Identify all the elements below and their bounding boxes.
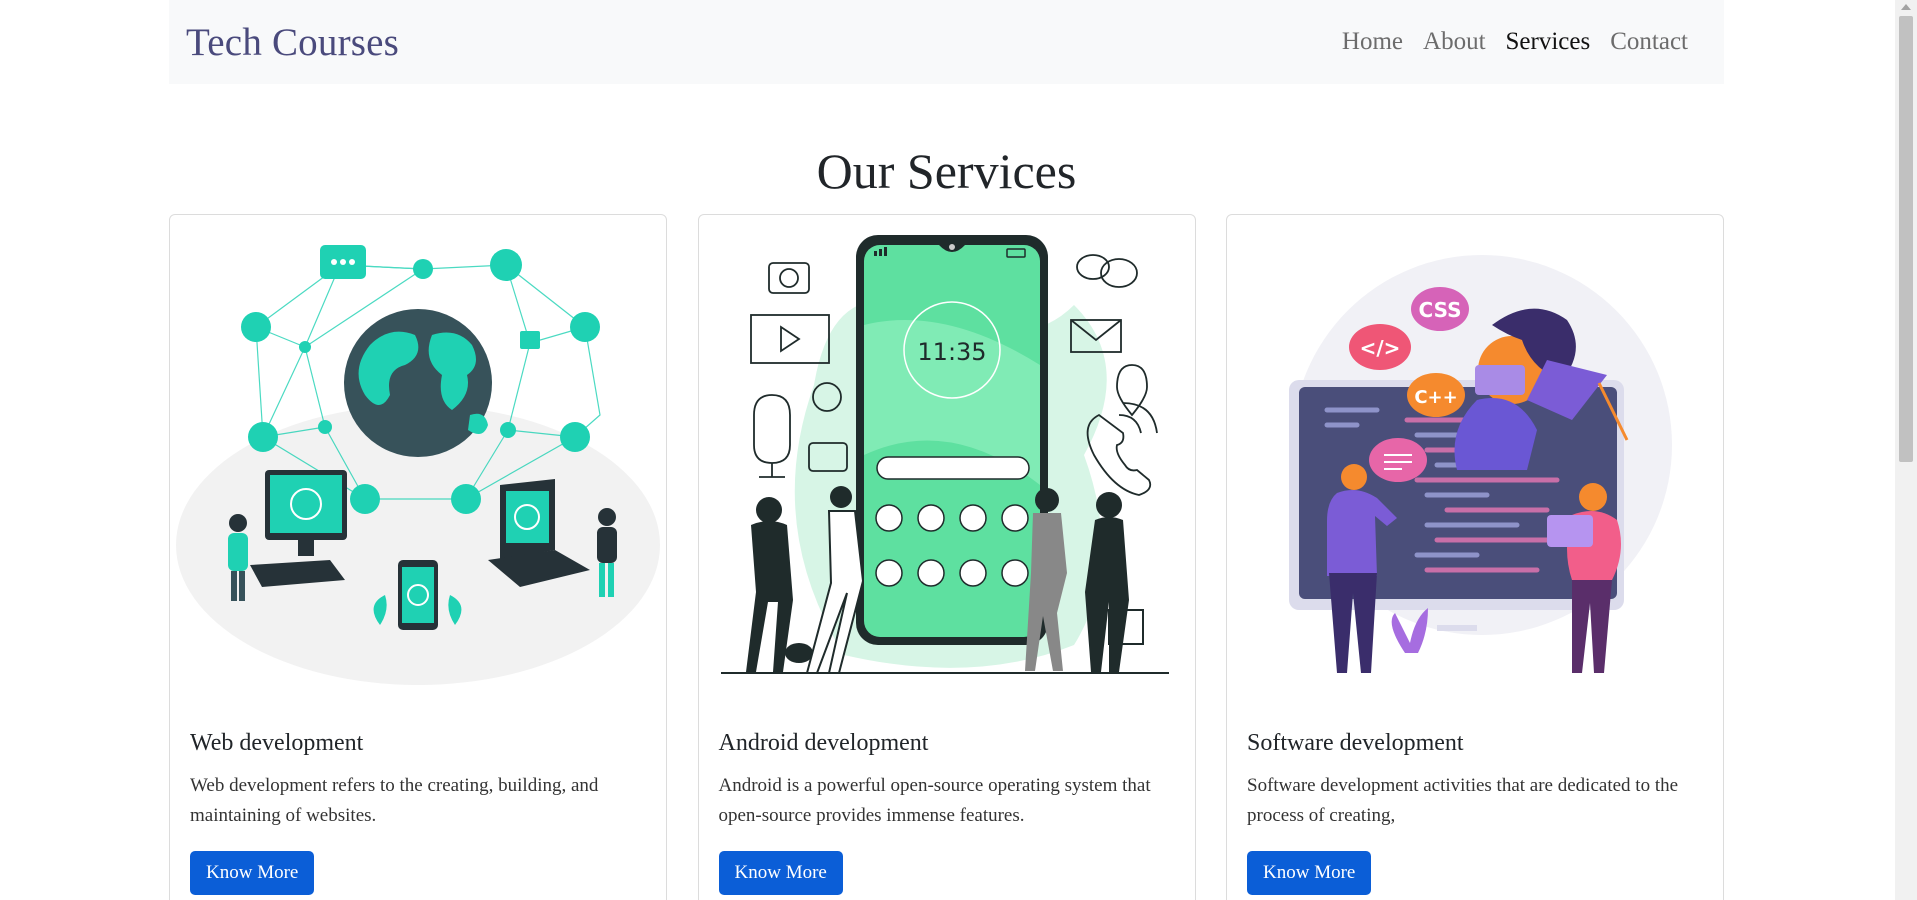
card-body: Android development Android is a powerfu… [718,730,1175,895]
service-card-android: 11:35 Android development Android is a p… [697,214,1196,900]
service-card-software: CSS </> C++ Software development Softwar… [1226,214,1724,900]
service-card-web: Web development Web development refers t… [169,214,667,900]
know-more-button[interactable]: Know More [190,851,315,895]
nav-contact[interactable]: Contact [1600,28,1698,56]
nav-links: Home About Services Contact [1332,28,1698,56]
nav-services[interactable]: Services [1496,28,1601,56]
card-title: Web development [190,730,364,756]
nav-home[interactable]: Home [1332,28,1413,56]
navbar: Tech Courses Home About Services Contact [169,0,1724,84]
code-screen-illustration: CSS </> C++ [1289,255,1672,673]
vertical-scrollbar[interactable] [1895,0,1917,900]
card-text: Web development refers to the creating, … [190,775,599,826]
card-body: Web development Web development refers t… [190,730,646,895]
scroll-up-arrow-icon[interactable] [1901,4,1911,10]
section-title: Our Services [816,143,1077,199]
service-cards: Web development Web development refers t… [169,214,1724,900]
brand-logo[interactable]: Tech Courses [186,20,399,65]
css-badge-text: CSS [1419,298,1462,322]
know-more-button[interactable]: Know More [1247,851,1372,895]
phone-people-illustration: 11:35 [720,235,1169,674]
card-body: Software development Software developmen… [1247,730,1703,895]
phone-clock-text: 11:35 [917,338,986,366]
card-title: Software development [1247,730,1464,756]
cpp-badge-text: C++ [1414,387,1457,408]
web-network-illustration [176,245,660,685]
card-title: Android development [718,730,929,756]
card-text: Android is a powerful open-source operat… [718,775,1151,826]
html-badge-text: </> [1360,336,1401,360]
scrollbar-thumb[interactable] [1899,16,1913,462]
nav-about[interactable]: About [1413,28,1496,56]
know-more-button[interactable]: Know More [718,851,843,895]
card-text: Software development activities that are… [1247,775,1679,826]
page-container: Tech Courses Home About Services Contact… [169,0,1724,900]
